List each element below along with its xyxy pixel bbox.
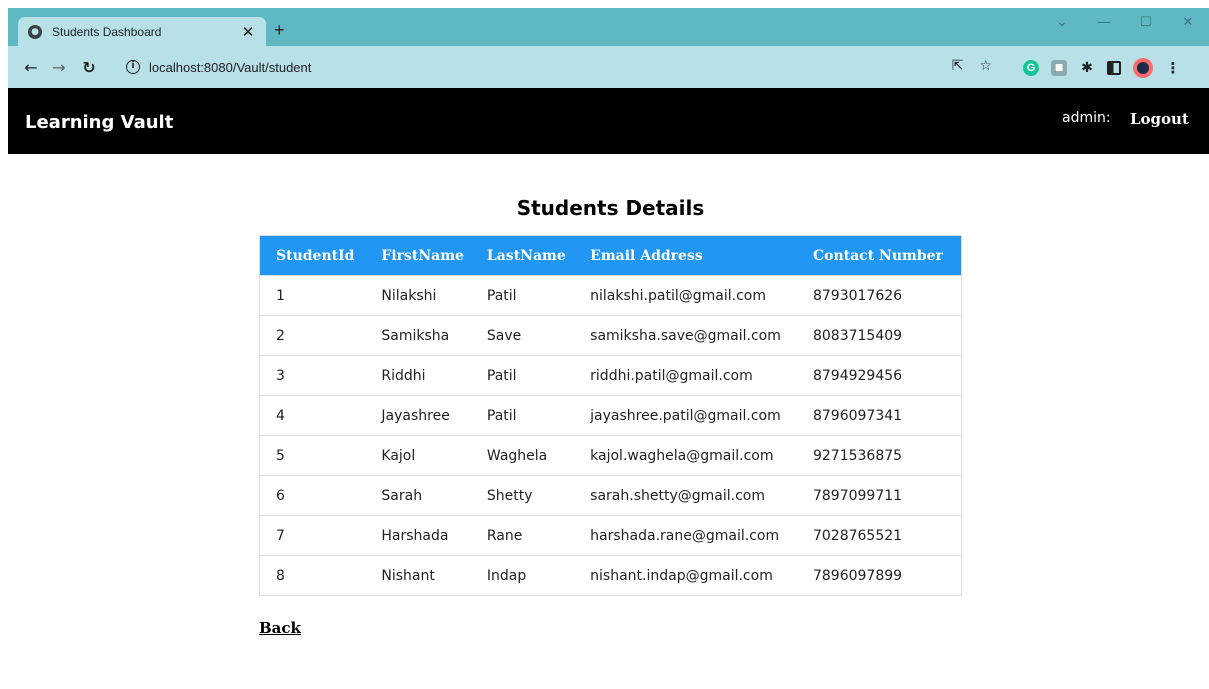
tab-title: Students Dashboard — [52, 24, 162, 39]
cell-contact: 8793017626 — [802, 275, 962, 316]
cell-student-id: 7 — [259, 515, 370, 556]
share-icon[interactable]: ⇱ — [952, 58, 964, 74]
logout-link[interactable]: Logout — [1130, 110, 1189, 128]
cell-last-name: Patil — [478, 275, 581, 316]
cell-student-id: 1 — [259, 275, 370, 316]
column-header-last-name: LastName — [478, 235, 581, 276]
column-header-first-name: FirstName — [369, 235, 479, 276]
table-row: 4 Jayashree Patil jayashree.patil@gmail.… — [259, 395, 962, 436]
cell-student-id: 3 — [259, 355, 370, 396]
brand-title: Learning Vault — [25, 112, 174, 133]
page-title: Students Details — [516, 196, 705, 220]
students-table: StudentId FirstName LastName Email Addre… — [259, 235, 962, 596]
forward-arrow-icon[interactable]: → — [48, 58, 70, 77]
table-row: 3 Riddhi Patil riddhi.patil@gmail.com 87… — [259, 355, 962, 396]
window-controls: ⌄ — ☐ ✕ — [1041, 8, 1209, 36]
cell-first-name: Harshada — [369, 515, 479, 556]
user-label: admin: — [1062, 110, 1111, 126]
cell-contact: 7028765521 — [802, 515, 962, 556]
reload-icon[interactable]: ↻ — [78, 58, 100, 77]
cell-contact: 8083715409 — [802, 315, 962, 356]
cell-contact: 7897099711 — [802, 475, 962, 516]
column-header-email: Email Address — [580, 235, 803, 276]
close-tab-icon[interactable]: ✕ — [240, 23, 256, 41]
cell-student-id: 6 — [259, 475, 370, 516]
address-bar[interactable]: i localhost:8080/Vault/student ⇱ ☆ — [120, 53, 1000, 81]
grammarly-extension-icon[interactable]: G — [1023, 60, 1039, 76]
cell-email: nishant.indap@gmail.com — [580, 555, 803, 596]
browser-toolbar: ← → ↻ i localhost:8080/Vault/student ⇱ ☆… — [8, 46, 1209, 88]
star-icon[interactable]: ☆ — [979, 58, 992, 74]
extension-icon[interactable]: ■ — [1051, 60, 1067, 76]
cell-last-name: Rane — [478, 515, 581, 556]
cell-first-name: Sarah — [369, 475, 479, 516]
cell-contact: 9271536875 — [802, 435, 962, 476]
table-row: 6 Sarah Shetty sarah.shetty@gmail.com 78… — [259, 475, 962, 516]
column-header-contact: Contact Number — [802, 235, 962, 276]
cell-email: jayashree.patil@gmail.com — [580, 395, 803, 436]
puzzle-icon[interactable]: ✱ — [1079, 60, 1095, 76]
cell-last-name: Patil — [478, 395, 581, 436]
table-row: 7 Harshada Rane harshada.rane@gmail.com … — [259, 515, 962, 556]
table-header-row: StudentId FirstName LastName Email Addre… — [259, 235, 962, 276]
table-row: 2 Samiksha Save samiksha.save@gmail.com … — [259, 315, 962, 356]
chevron-down-icon[interactable]: ⌄ — [1041, 8, 1083, 36]
cell-last-name: Shetty — [478, 475, 581, 516]
cell-last-name: Save — [478, 315, 581, 356]
cell-last-name: Patil — [478, 355, 581, 396]
cell-student-id: 8 — [259, 555, 370, 596]
side-panel-icon[interactable] — [1107, 61, 1121, 75]
cell-email: kajol.waghela@gmail.com — [580, 435, 803, 476]
cell-first-name: Samiksha — [369, 315, 479, 356]
cell-email: riddhi.patil@gmail.com — [580, 355, 803, 396]
table-row: 5 Kajol Waghela kajol.waghela@gmail.com … — [259, 435, 962, 476]
cell-first-name: Kajol — [369, 435, 479, 476]
url-text[interactable]: localhost:8080/Vault/student — [149, 60, 311, 75]
close-window-icon[interactable]: ✕ — [1167, 8, 1209, 36]
minimize-icon[interactable]: — — [1083, 8, 1125, 36]
app-header: Learning Vault admin: Logout — [8, 88, 1209, 154]
cell-first-name: Nilakshi — [369, 275, 479, 316]
cell-email: samiksha.save@gmail.com — [580, 315, 803, 356]
new-tab-icon[interactable]: + — [274, 20, 285, 40]
cell-email: harshada.rane@gmail.com — [580, 515, 803, 556]
browser-tab-bar: ● Students Dashboard ✕ + ⌄ — ☐ ✕ — [8, 8, 1209, 46]
browser-tab[interactable]: ● Students Dashboard ✕ — [18, 17, 266, 46]
kebab-menu-icon[interactable]: ⋮ — [1165, 60, 1181, 76]
cell-first-name: Nishant — [369, 555, 479, 596]
cell-last-name: Indap — [478, 555, 581, 596]
table-row: 8 Nishant Indap nishant.indap@gmail.com … — [259, 555, 962, 596]
cell-first-name: Riddhi — [369, 355, 479, 396]
column-header-student-id: StudentId — [259, 235, 370, 276]
extension-icons: G ■ ✱ ⋮ — [1023, 58, 1181, 78]
info-icon[interactable]: i — [126, 60, 140, 74]
cell-student-id: 4 — [259, 395, 370, 436]
cell-contact: 8796097341 — [802, 395, 962, 436]
cell-contact: 8794929456 — [802, 355, 962, 396]
profile-avatar-icon[interactable] — [1133, 58, 1153, 78]
maximize-icon[interactable]: ☐ — [1125, 8, 1167, 36]
cell-email: nilakshi.patil@gmail.com — [580, 275, 803, 316]
back-link[interactable]: Back — [259, 619, 301, 637]
cell-first-name: Jayashree — [369, 395, 479, 436]
globe-icon: ● — [28, 24, 42, 39]
cell-email: sarah.shetty@gmail.com — [580, 475, 803, 516]
cell-student-id: 5 — [259, 435, 370, 476]
cell-contact: 7896097899 — [802, 555, 962, 596]
cell-last-name: Waghela — [478, 435, 581, 476]
cell-student-id: 2 — [259, 315, 370, 356]
table-row: 1 Nilakshi Patil nilakshi.patil@gmail.co… — [259, 275, 962, 316]
back-arrow-icon[interactable]: ← — [20, 58, 42, 77]
